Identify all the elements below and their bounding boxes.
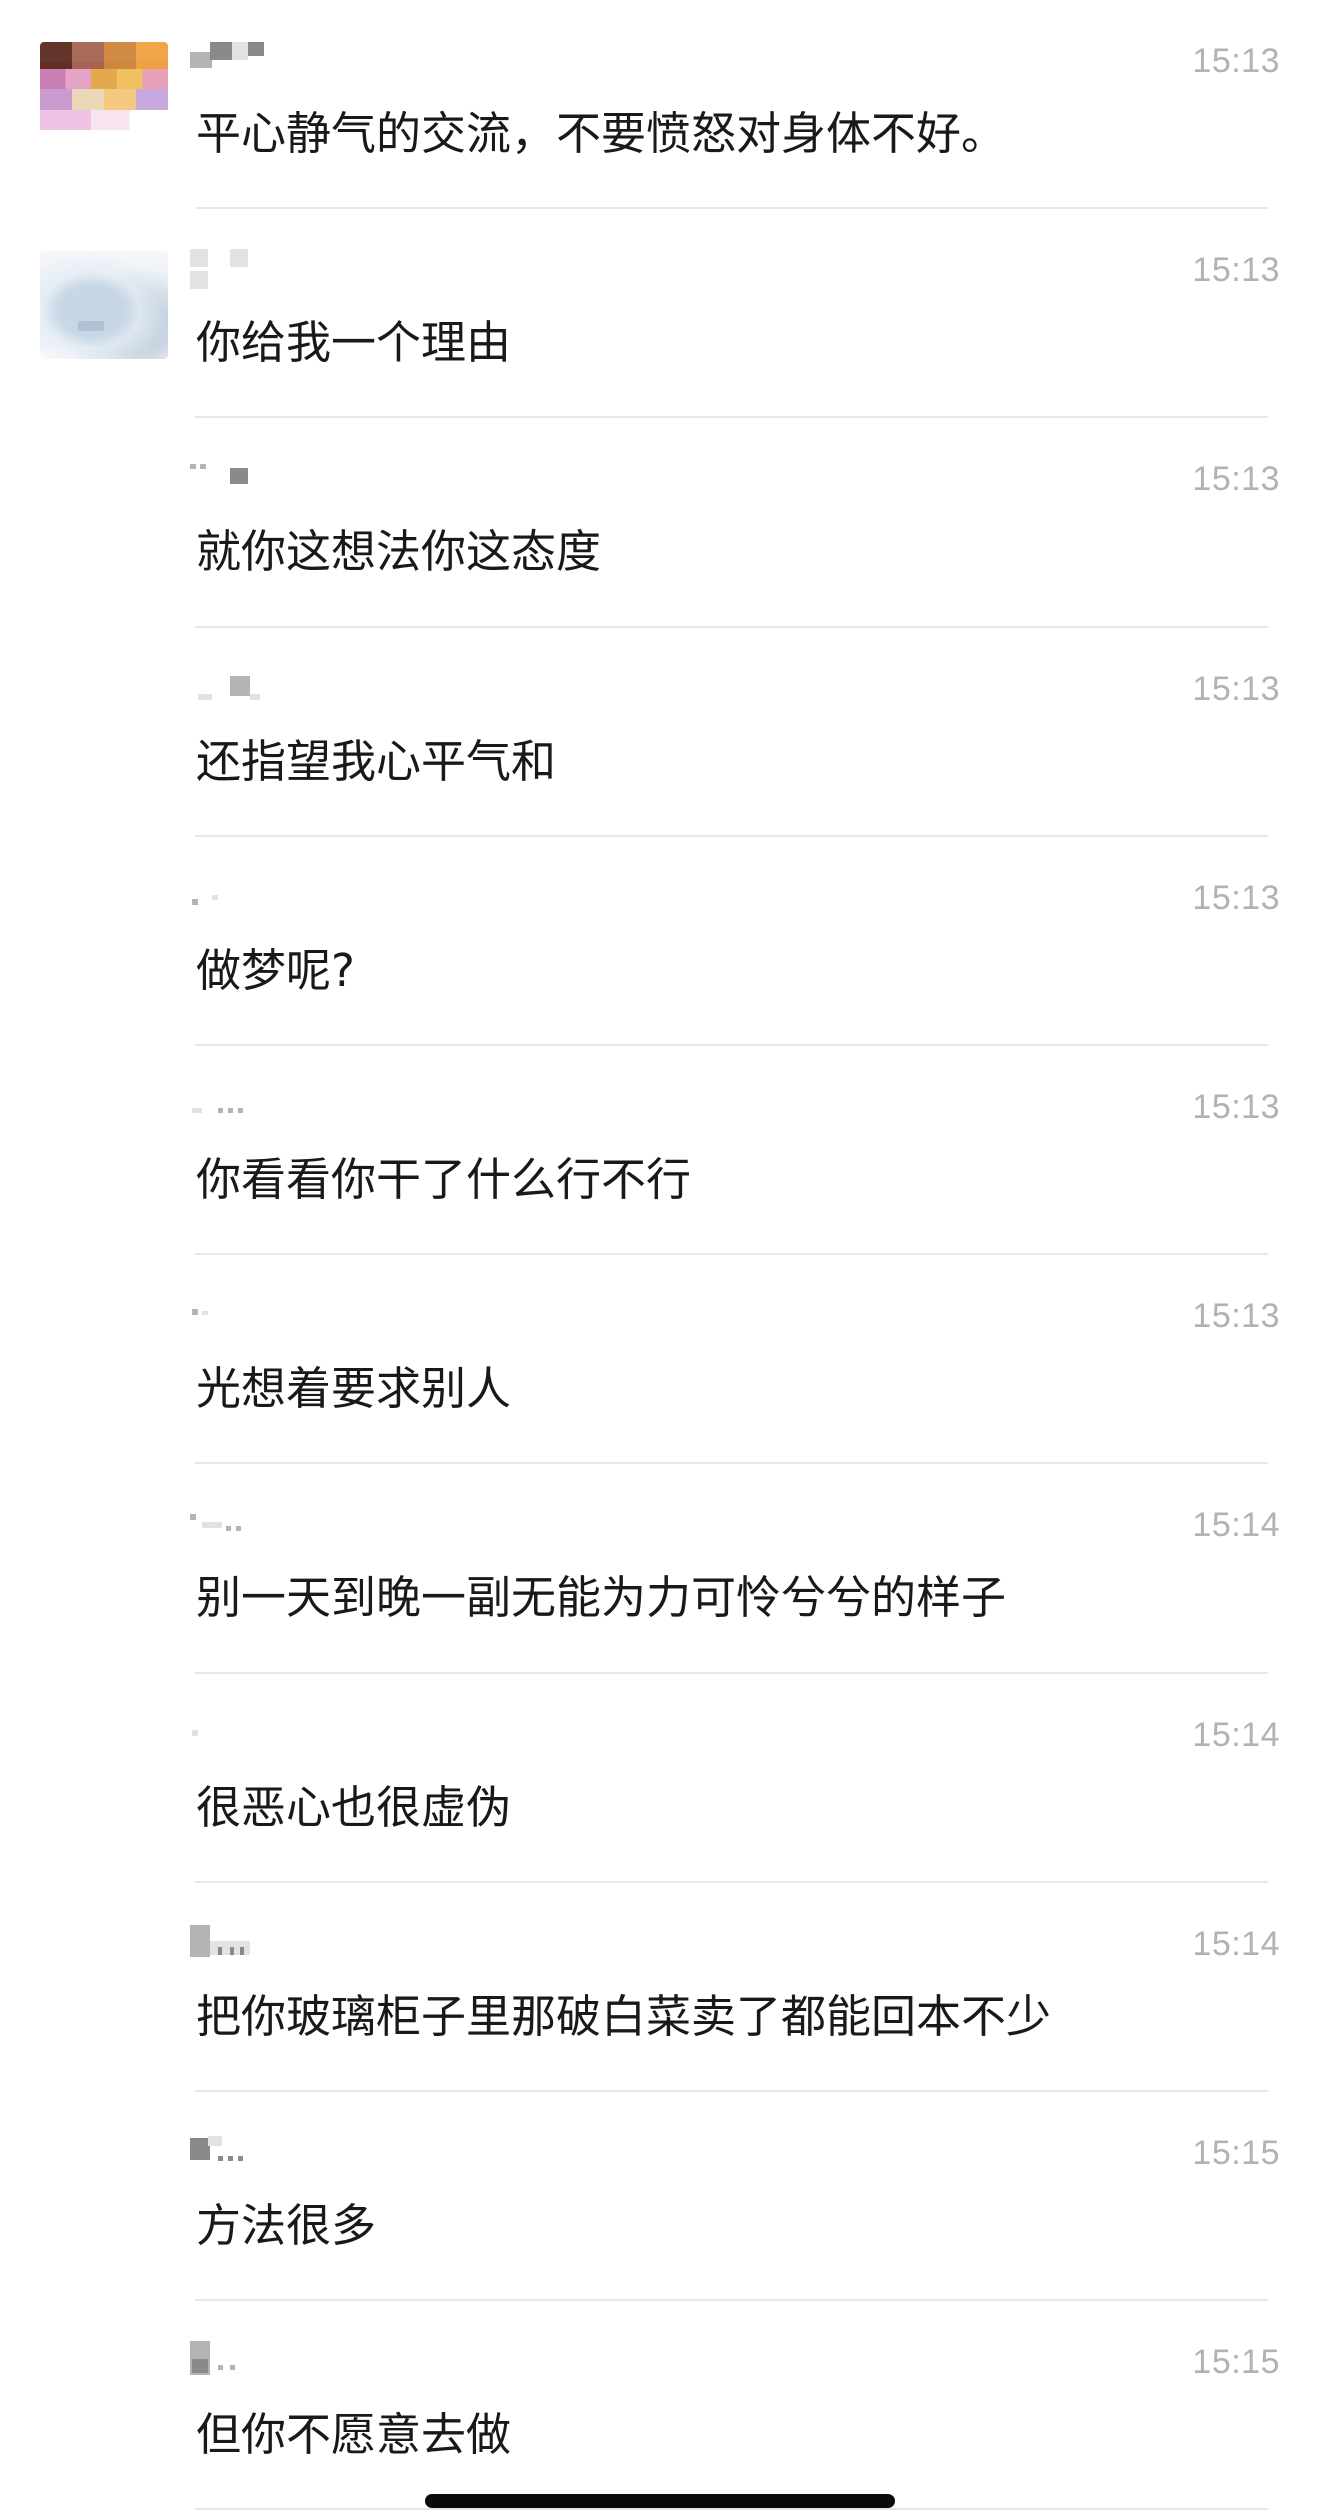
message-text: 你给我一个理由 — [196, 316, 512, 370]
message-row[interactable]: 15:13 你看看你干了什么行不行 — [0, 1046, 1320, 1256]
message-list: 15:13 平心静气的交流，不要愤怒对身体不好。 15:13 你给我一个理由 1… — [0, 0, 1320, 2511]
sender-name-redacted — [190, 458, 280, 488]
sender-name-redacted — [190, 2341, 280, 2376]
sender-name-redacted — [190, 2132, 280, 2162]
message-row[interactable]: 15:15 方法很多 — [0, 2092, 1320, 2302]
sender-name-redacted — [190, 1086, 280, 1116]
message-timestamp: 15:15 — [1192, 2343, 1280, 2382]
message-row[interactable]: 15:13 就你这想法你这态度 — [0, 418, 1320, 628]
message-timestamp: 15:14 — [1192, 1506, 1280, 1545]
message-text: 把你玻璃柜子里那破白菜卖了都能回本不少 — [196, 1989, 1052, 2043]
message-row[interactable]: 15:13 平心静气的交流，不要愤怒对身体不好。 — [0, 0, 1320, 210]
message-timestamp: 15:13 — [1192, 1087, 1280, 1126]
home-indicator[interactable] — [425, 2494, 895, 2508]
sender-name-redacted — [190, 40, 280, 70]
message-timestamp: 15:13 — [1192, 251, 1280, 290]
avatar[interactable] — [40, 42, 168, 150]
avatar[interactable] — [40, 251, 168, 360]
message-row[interactable]: 15:13 光想着要求别人 — [0, 1255, 1320, 1465]
sender-name-redacted — [190, 668, 280, 700]
message-text: 但你不愿意去做 — [196, 2408, 512, 2462]
message-text: 你看看你干了什么行不行 — [196, 1152, 692, 1206]
message-timestamp: 15:14 — [1192, 1924, 1280, 1963]
message-timestamp: 15:15 — [1192, 2133, 1280, 2172]
message-row[interactable]: 15:14 别一天到晚一副无能为力可怜兮兮的样子 — [0, 1464, 1320, 1674]
message-timestamp: 15:13 — [1192, 878, 1280, 917]
sender-name-redacted — [190, 1923, 280, 1957]
message-text: 还指望我心平气和 — [196, 734, 557, 788]
message-timestamp: 15:13 — [1192, 1297, 1280, 1336]
message-text: 别一天到晚一副无能为力可怜兮兮的样子 — [196, 1571, 1007, 1625]
message-text: 方法很多 — [196, 2198, 377, 2252]
divider — [195, 2508, 1268, 2511]
message-timestamp: 15:14 — [1192, 1715, 1280, 1754]
message-row[interactable]: 15:13 还指望我心平气和 — [0, 628, 1320, 837]
message-row[interactable]: 15:14 把你玻璃柜子里那破白菜卖了都能回本不少 — [0, 1883, 1320, 2092]
message-timestamp: 15:13 — [1192, 460, 1280, 499]
message-text: 很恶心也很虚伪 — [196, 1780, 512, 1834]
message-row[interactable]: 15:15 但你不愿意去做 — [0, 2301, 1320, 2511]
message-timestamp: 15:13 — [1192, 42, 1280, 80]
message-text: 光想着要求别人 — [196, 1362, 512, 1416]
sender-name-redacted — [190, 1295, 280, 1325]
message-text: 就你这想法你这态度 — [196, 525, 602, 579]
message-row[interactable]: 15:14 很恶心也很虚伪 — [0, 1674, 1320, 1883]
sender-name-redacted — [190, 249, 280, 290]
message-text: 平心静气的交流，不要愤怒对身体不好。 — [196, 107, 1007, 160]
sender-name-redacted — [190, 877, 280, 907]
sender-name-redacted — [190, 1714, 280, 1744]
message-row[interactable]: 15:13 你给我一个理由 — [0, 209, 1320, 419]
sender-name-redacted — [190, 1504, 280, 1534]
message-timestamp: 15:13 — [1192, 669, 1280, 708]
message-row[interactable]: 15:13 做梦呢? — [0, 837, 1320, 1046]
message-text: 做梦呢? — [196, 943, 355, 997]
